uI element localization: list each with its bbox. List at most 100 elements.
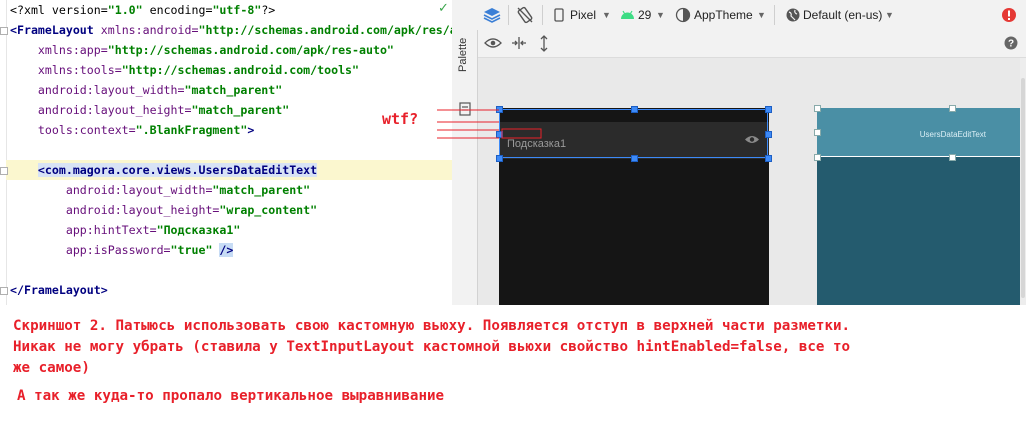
code-line[interactable]: xmlns:tools="http://schemas.android.com/… (10, 60, 359, 80)
resize-handle[interactable] (496, 130, 503, 138)
palette-panel-tab[interactable]: Palette (452, 30, 478, 305)
design-canvas[interactable]: Подсказка1 UsersDataEditText (478, 58, 1026, 305)
wtf-annotation: wtf? (382, 110, 419, 128)
layers-icon[interactable] (482, 6, 502, 24)
code-token: app:isPassword= (10, 243, 171, 257)
code-line[interactable]: tools:context=".BlankFragment"> (10, 120, 254, 140)
toolbar-separator (542, 5, 543, 25)
code-token: "1.0" (107, 3, 143, 17)
chevron-down-icon[interactable]: ▼ (656, 6, 665, 24)
selection-outline (499, 109, 768, 158)
chevron-down-icon[interactable]: ▼ (885, 6, 894, 24)
resize-handle[interactable] (630, 106, 638, 113)
no-errors-check-icon: ✓ (438, 1, 449, 16)
code-token: ".BlankFragment" (135, 123, 248, 137)
chevron-down-icon[interactable]: ▼ (757, 6, 766, 24)
vertical-resize-icon[interactable] (538, 35, 550, 52)
device-selector[interactable]: Pixel (570, 6, 596, 24)
help-icon[interactable]: ? (1004, 36, 1018, 50)
caption-line: Никак не могу убрать (ставила у TextInpu… (13, 339, 851, 355)
resize-handle[interactable] (496, 155, 503, 162)
scrollbar-thumb[interactable] (1021, 78, 1025, 298)
svg-text:?: ? (1008, 39, 1014, 50)
code-token: app:hintText= (10, 223, 157, 237)
blueprint-preview[interactable]: UsersDataEditText (817, 108, 1026, 305)
code-line[interactable]: android:layout_width="match_parent" (10, 180, 310, 200)
resize-handle[interactable] (630, 155, 638, 162)
code-token: "true" (170, 243, 213, 257)
code-line[interactable]: <?xml version="1.0" encoding="utf-8"?> (10, 0, 275, 20)
globe-icon (786, 8, 800, 22)
blueprint-view-box[interactable]: UsersDataEditText (817, 108, 1026, 157)
designer-secondary-toolbar: ? (478, 30, 1026, 58)
fold-marker-icon[interactable] (0, 167, 8, 175)
editor-gutter (0, 0, 7, 305)
code-token: "http://schemas.android.com/apk/res/a (198, 23, 452, 37)
code-token: <FrameLayout (10, 23, 101, 37)
code-token: <?xml version= (10, 3, 108, 17)
blueprint-resize-handle[interactable] (814, 105, 821, 112)
xml-code-editor[interactable]: ✓ <?xml version="1.0" encoding="utf-8"?>… (0, 0, 452, 305)
resize-handle[interactable] (765, 106, 772, 113)
code-token: xmlns:tools= (10, 63, 122, 77)
code-line[interactable]: app:isPassword="true" /> (10, 240, 234, 260)
code-token: "match_parent" (191, 103, 290, 117)
code-token: "match_parent" (212, 183, 311, 197)
error-icon[interactable] (1001, 7, 1017, 23)
code-token: android:layout_height= (10, 203, 220, 217)
code-line[interactable]: </FrameLayout> (10, 280, 108, 300)
code-line[interactable]: app:hintText="Подсказка1" (10, 220, 241, 240)
toolbar-separator (508, 5, 509, 25)
code-token: android:layout_height= (10, 103, 192, 117)
code-line[interactable]: android:layout_width="match_parent" (10, 80, 282, 100)
blueprint-resize-handle[interactable] (814, 154, 821, 161)
code-line[interactable]: android:layout_height="wrap_content" (10, 200, 317, 220)
code-line[interactable]: <com.magora.core.views.UsersDataEditText (6, 160, 452, 180)
eye-icon[interactable] (484, 37, 502, 49)
code-token: ?> (261, 3, 276, 17)
blueprint-resize-handle[interactable] (949, 154, 956, 161)
code-token: "Подсказка1" (156, 223, 241, 237)
resize-handle[interactable] (765, 130, 772, 138)
phone-icon (554, 8, 564, 22)
code-token: android:layout_width= (10, 83, 185, 97)
locale-selector[interactable]: Default (en-us) (803, 6, 882, 24)
code-token: "http://schemas.android.com/apk/res-auto… (107, 43, 394, 57)
code-line[interactable]: android:layout_height="match_parent" (10, 100, 289, 120)
caption-line: Скриншот 2. Патыюсь использовать свою ка… (13, 318, 851, 334)
canvas-scrollbar[interactable] (1020, 58, 1026, 305)
code-line[interactable]: <FrameLayout xmlns:android="http://schem… (10, 20, 452, 40)
theme-selector[interactable]: AppTheme (694, 6, 753, 24)
code-token: tools:context= (10, 123, 136, 137)
blueprint-component-label: UsersDataEditText (919, 130, 986, 139)
fold-marker-icon[interactable] (0, 27, 8, 35)
caption-text-2: А так же куда-то пропало вертикальное вы… (17, 388, 445, 404)
resize-handle[interactable] (765, 155, 772, 162)
palette-icon (459, 102, 471, 116)
blueprint-resize-handle[interactable] (814, 129, 821, 136)
api-level-selector[interactable]: 29 (638, 6, 651, 24)
code-token: > (247, 123, 255, 137)
theme-icon (675, 7, 691, 23)
code-token: </FrameLayout> (10, 283, 108, 297)
code-token: /> (219, 243, 234, 257)
fold-marker-icon[interactable] (0, 287, 8, 295)
code-token: xmlns:app= (10, 43, 108, 57)
caption-text: Скриншот 2. Патыюсь использовать свою ка… (13, 316, 1013, 379)
designer-toolbar: Pixel ▼ 29 ▼ AppTheme ▼ Default (en-us) … (452, 0, 1026, 31)
chevron-down-icon[interactable]: ▼ (602, 6, 611, 24)
caption-line: же самое) (13, 360, 90, 376)
horizontal-resize-icon[interactable] (511, 36, 527, 50)
blueprint-resize-handle[interactable] (949, 105, 956, 112)
orientation-icon[interactable] (515, 5, 535, 25)
code-token: xmlns:android= (100, 23, 199, 37)
android-icon (621, 10, 634, 19)
resize-handle[interactable] (496, 106, 503, 113)
code-line[interactable]: xmlns:app="http://schemas.android.com/ap… (10, 40, 394, 60)
code-token: "wrap_content" (219, 203, 318, 217)
code-token: android:layout_width= (10, 183, 213, 197)
code-token: encoding= (142, 3, 213, 17)
code-token: "utf-8" (212, 3, 262, 17)
code-token: "match_parent" (184, 83, 283, 97)
